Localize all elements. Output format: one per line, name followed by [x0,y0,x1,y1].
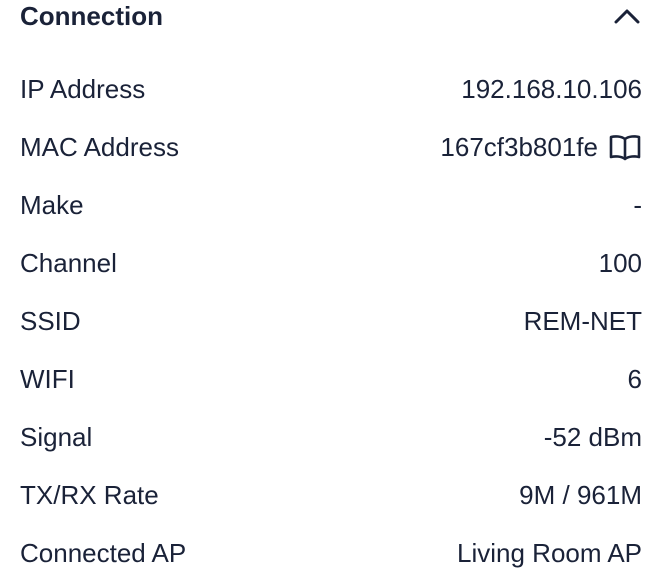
row-wifi: WIFI 6 [20,350,642,408]
row-ip-address: IP Address 192.168.10.106 [20,60,642,118]
channel-label: Channel [20,248,117,278]
connected-ap-label: Connected AP [20,538,187,568]
mac-address-label: MAC Address [20,132,179,162]
row-signal: Signal -52 dBm [20,408,642,466]
connected-ap-value: Living Room AP [457,538,642,568]
ip-address-value: 192.168.10.106 [461,74,642,104]
row-channel: Channel 100 [20,234,642,292]
wifi-label: WIFI [20,364,75,394]
make-value: - [633,190,642,220]
mac-address-value: 167cf3b801fe [440,132,598,162]
book-icon[interactable] [608,132,642,162]
connection-details: IP Address 192.168.10.106 MAC Address 16… [20,60,642,582]
row-ssid: SSID REM-NET [20,292,642,350]
section-title: Connection [20,1,163,31]
mac-address-value-group: 167cf3b801fe [440,132,642,162]
ip-address-label: IP Address [20,74,146,104]
tx-rx-rate-label: TX/RX Rate [20,480,159,510]
signal-label: Signal [20,422,93,452]
connection-panel: Connection IP Address 192.168.10.106 MAC… [0,0,668,578]
row-tx-rx-rate: TX/RX Rate 9M / 961M [20,466,642,524]
channel-value: 100 [598,248,642,278]
section-header[interactable]: Connection [20,0,642,32]
row-make: Make - [20,176,642,234]
row-mac-address: MAC Address 167cf3b801fe [20,118,642,176]
ssid-value: REM-NET [523,306,642,336]
ssid-label: SSID [20,306,81,336]
signal-value: -52 dBm [543,422,642,452]
chevron-up-icon [614,9,640,24]
make-label: Make [20,190,84,220]
collapse-button[interactable] [612,1,642,31]
row-connected-ap: Connected AP Living Room AP [20,524,642,582]
tx-rx-rate-value: 9M / 961M [519,480,642,510]
wifi-value: 6 [627,364,642,394]
